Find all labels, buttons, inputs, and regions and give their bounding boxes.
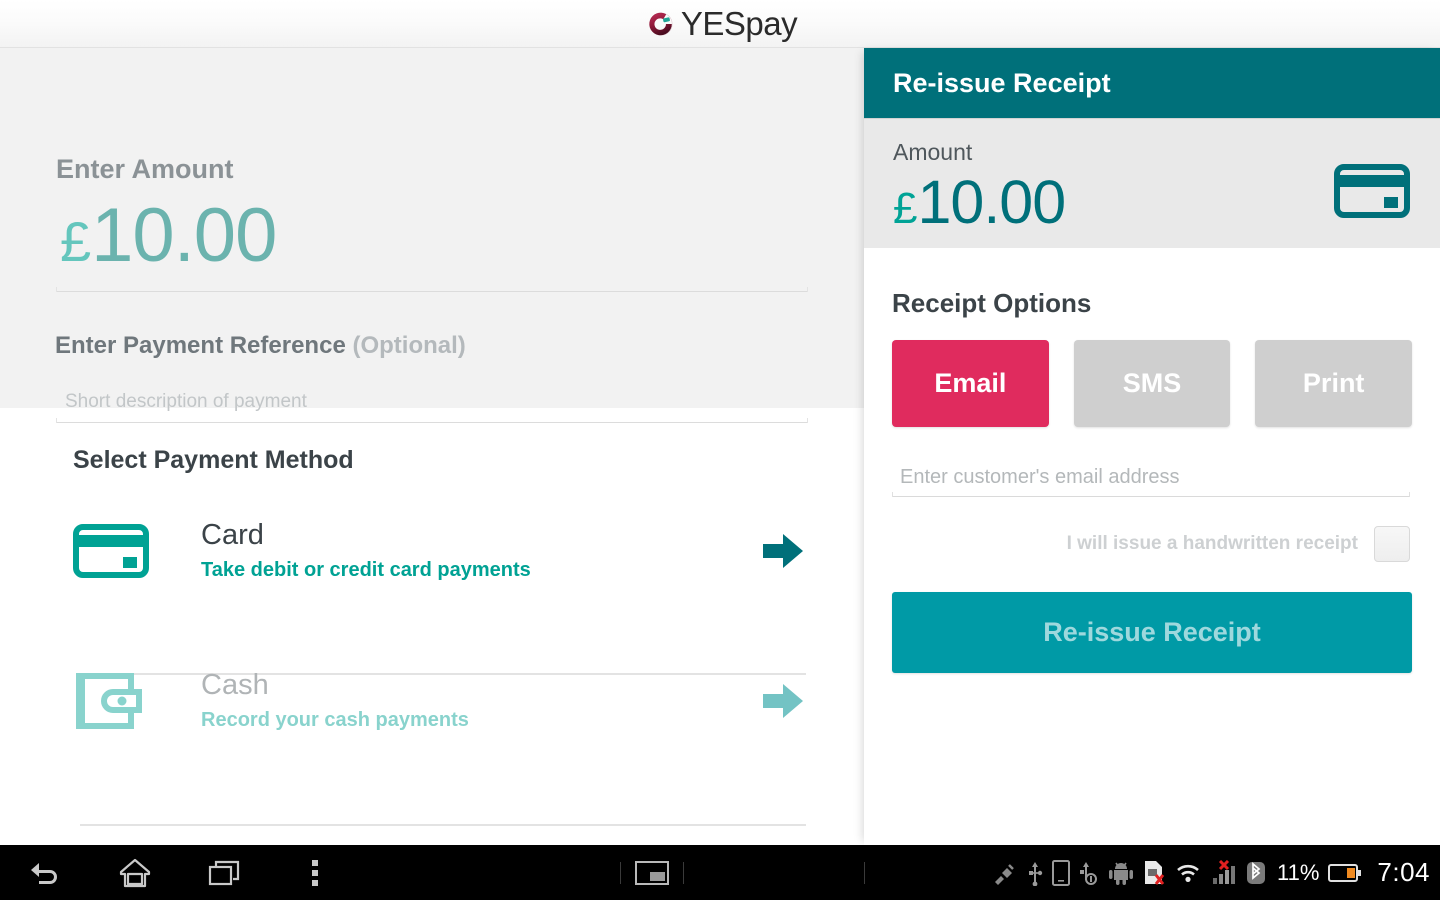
payment-method-divider-2 (80, 824, 806, 826)
reissue-receipt-panel: Re-issue Receipt Amount £ 10.00 (864, 48, 1440, 845)
payment-method-cash-subtitle: Record your cash payments (201, 708, 469, 731)
system-clock: 7:04 (1377, 857, 1430, 887)
payment-method-card-subtitle: Take debit or credit card payments (201, 558, 531, 581)
usb-debug-icon (1079, 860, 1099, 886)
system-bar-divider (864, 861, 865, 884)
arrow-right-icon[interactable] (745, 531, 805, 571)
arrow-right-icon[interactable] (745, 681, 805, 721)
yespay-logo-icon (649, 12, 673, 35)
reissue-receipt-button[interactable]: Re-issue Receipt (892, 592, 1412, 673)
bluetooth-icon (1246, 860, 1266, 886)
payment-method-cash[interactable]: Cash Record your cash payments (73, 648, 805, 753)
credit-card-icon (1334, 164, 1410, 223)
system-bar-divider (683, 861, 684, 884)
wallet-icon (73, 672, 173, 730)
system-bar-mid-group (620, 845, 865, 900)
receipt-option-email[interactable]: Email (892, 340, 1049, 427)
payment-method-cash-texts: Cash Record your cash payments (173, 669, 745, 731)
battery-icon (1328, 863, 1362, 883)
receipt-option-sms[interactable]: SMS (1073, 340, 1231, 427)
payment-entry-panel: Enter Amount £ 10.00 Enter Payment Refer… (0, 48, 864, 845)
payment-reference-label: Enter Payment Reference (Optional) (55, 332, 466, 360)
receipt-amount-display: £ 10.00 (893, 168, 1066, 236)
wifi-icon (1174, 862, 1202, 884)
receipt-amount-currency-symbol: £ (893, 184, 918, 233)
amount-section: Enter Amount £ 10.00 Enter Payment Refer… (0, 48, 864, 423)
brand-logo: YESpay (643, 5, 798, 42)
payment-method-card-texts: Card Take debit or credit card payments (173, 519, 745, 581)
amount-value: 10.00 (91, 193, 277, 278)
signal-error-icon (1211, 859, 1237, 886)
payment-reference-input[interactable] (56, 384, 808, 420)
system-status-icons: 11% 7:04 (992, 845, 1430, 900)
back-icon[interactable] (0, 845, 90, 900)
android-icon (1108, 861, 1134, 885)
android-nav-buttons (0, 845, 360, 900)
handwritten-receipt-row: I will issue a handwritten receipt (892, 525, 1410, 563)
sim-error-icon (1143, 860, 1165, 886)
enter-amount-label: Enter Amount (56, 154, 234, 184)
android-system-bar: 11% 7:04 (0, 845, 1440, 900)
brand-name: YESpay (680, 5, 798, 42)
plug-icon (992, 861, 1018, 885)
battery-percent-label: 11% (1276, 859, 1320, 885)
receipt-options-label: Receipt Options (892, 288, 1092, 318)
amount-display[interactable]: £ 10.00 (60, 193, 277, 278)
receipt-amount-label: Amount (893, 139, 973, 165)
tablet-icon (1051, 859, 1070, 886)
payment-reference-label-text: Enter Payment Reference (55, 332, 346, 359)
payment-method-cash-title: Cash (201, 669, 269, 702)
amount-underline (56, 287, 808, 292)
reissue-receipt-title: Re-issue Receipt (893, 67, 1111, 98)
overflow-menu-icon[interactable] (270, 845, 360, 900)
home-icon[interactable] (90, 845, 180, 900)
usb-icon (1027, 860, 1043, 886)
payment-method-card-title: Card (201, 519, 264, 552)
handwritten-receipt-checkbox[interactable] (1374, 526, 1410, 562)
credit-card-icon (73, 523, 173, 578)
amount-currency-symbol: £ (60, 210, 92, 273)
receipt-amount-value: 10.00 (917, 168, 1066, 236)
recents-icon[interactable] (180, 845, 270, 900)
handwritten-receipt-label: I will issue a handwritten receipt (1066, 533, 1358, 554)
receipt-options-group: Email SMS Print (892, 340, 1413, 427)
payment-reference-optional-text: (Optional) (352, 332, 466, 359)
app-header: YESpay (0, 0, 1440, 48)
payment-reference-underline (56, 418, 808, 423)
customer-email-input[interactable] (892, 459, 1410, 495)
select-payment-method-label: Select Payment Method (73, 446, 354, 474)
reissue-receipt-header: Re-issue Receipt (864, 48, 1440, 118)
customer-email-underline (892, 492, 1410, 497)
screenshot-icon[interactable] (621, 845, 683, 900)
payment-method-card[interactable]: Card Take debit or credit card payments (73, 498, 805, 603)
app-root: YESpay Enter Amount £ 10.00 Enter Paymen… (0, 0, 1440, 900)
receipt-option-print[interactable]: Print (1255, 340, 1413, 427)
